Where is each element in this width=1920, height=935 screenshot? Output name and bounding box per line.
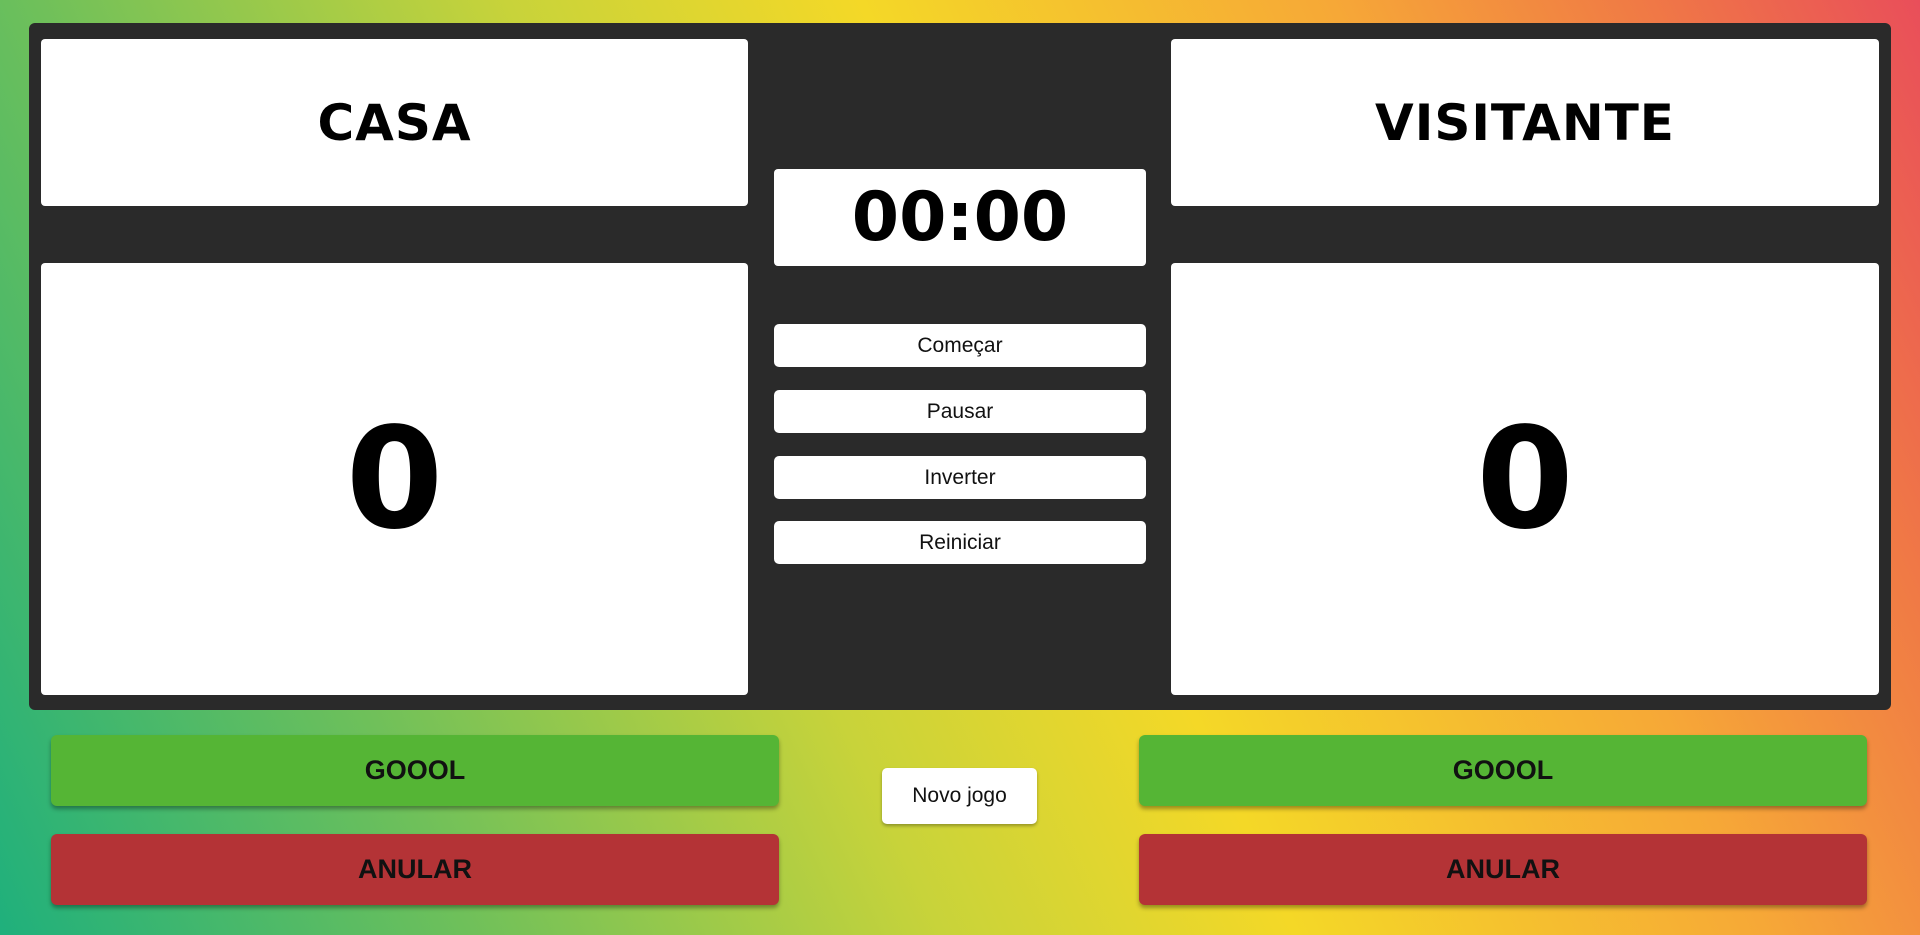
away-team-name: VISITANTE <box>1375 93 1675 152</box>
home-cancel-button[interactable]: ANULAR <box>51 834 779 905</box>
home-team-name: CASA <box>317 93 472 152</box>
start-button[interactable]: Começar <box>774 324 1146 367</box>
timer-display: 00:00 <box>851 178 1069 257</box>
away-score-panel: 0 <box>1171 263 1879 695</box>
away-team-name-panel: VISITANTE <box>1171 39 1879 206</box>
home-score: 0 <box>345 397 444 561</box>
away-score: 0 <box>1476 397 1574 561</box>
swap-button[interactable]: Inverter <box>774 456 1146 499</box>
new-game-button[interactable]: Novo jogo <box>882 768 1037 824</box>
home-team-name-panel: CASA <box>41 39 748 206</box>
home-score-panel: 0 <box>41 263 748 695</box>
pause-button[interactable]: Pausar <box>774 390 1146 433</box>
timer-panel: 00:00 <box>774 169 1146 266</box>
away-cancel-button[interactable]: ANULAR <box>1139 834 1867 905</box>
away-goal-button[interactable]: GOOOL <box>1139 735 1867 806</box>
home-goal-button[interactable]: GOOOL <box>51 735 779 806</box>
reset-button[interactable]: Reiniciar <box>774 521 1146 564</box>
